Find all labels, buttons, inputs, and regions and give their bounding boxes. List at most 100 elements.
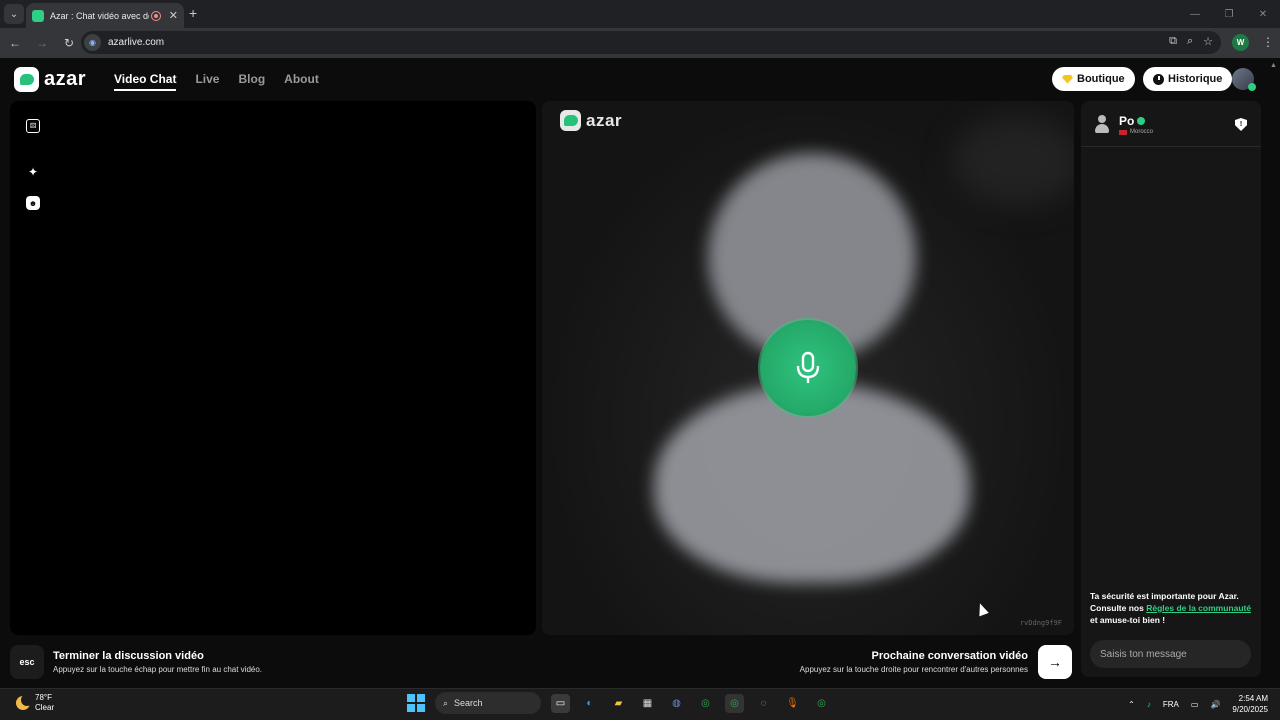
background-blur [952, 116, 1074, 206]
scrollbar-up-arrow-icon[interactable]: ▲ [1270, 62, 1277, 69]
tab-close-icon[interactable]: ✕ [169, 9, 178, 22]
volume-icon[interactable]: 🔊 [1210, 700, 1220, 709]
taskbar-clock[interactable]: 2:54 AM 9/20/2025 [1232, 693, 1268, 715]
call-controls: esc Terminer la discussion vidéo Appuyez… [0, 643, 1080, 683]
file-explorer-icon[interactable]: ▰ [609, 694, 628, 713]
boutique-button[interactable]: Boutique [1052, 67, 1135, 91]
microphone-app-icon[interactable]: 🎙 [783, 694, 802, 713]
network-icon[interactable]: ▭ [1191, 700, 1199, 709]
temperature: 78°F [35, 693, 52, 702]
message-input[interactable] [1090, 640, 1251, 668]
taskbar-apps: ⌕ Search ▭ ◐ ▰ ▦ ◍ ◎ ◎ ◌ 🎙 ◎ [407, 692, 831, 714]
historique-button[interactable]: Historique [1143, 67, 1233, 91]
peer-avatar-icon [1095, 115, 1109, 133]
microphone-icon [796, 351, 820, 383]
taskbar: 78°F Clear ⌕ Search ▭ ◐ ▰ ▦ ◍ ◎ ◎ ◌ 🎙 ◎ … [0, 688, 1280, 720]
date: 9/20/2025 [1232, 705, 1268, 714]
sparkle-effects-icon[interactable]: ✦ [26, 165, 40, 179]
forward-arrow-icon[interactable]: → [30, 31, 54, 55]
minimize-icon[interactable]: — [1178, 0, 1212, 28]
reload-icon[interactable]: ↻ [57, 31, 81, 55]
next-chat-subtitle: Appuyez sur la touche droite pour rencon… [799, 665, 1028, 674]
azar-logo-icon [14, 67, 39, 92]
azar-logo[interactable]: azar [14, 67, 86, 92]
browser-tab-azar[interactable]: Azar : Chat vidéo avec de n ✕ [26, 3, 184, 28]
discord-icon[interactable]: ◍ [667, 694, 686, 713]
bookmark-star-icon[interactable]: ☆ [1203, 35, 1213, 48]
dice-filter-icon[interactable]: ⚄ [26, 119, 40, 133]
tab-title: Azar : Chat vidéo avec de n [50, 10, 149, 21]
nav-blog[interactable]: Blog [238, 72, 265, 91]
weather-condition: Clear [35, 703, 55, 712]
back-arrow-icon[interactable]: ← [3, 31, 27, 55]
url-text[interactable]: azarlive.com [108, 37, 164, 48]
clock-icon [1153, 73, 1164, 85]
chrome-icon[interactable]: ◎ [696, 694, 715, 713]
edge-icon[interactable]: ◐ [580, 694, 599, 713]
maximize-icon[interactable]: ❐ [1212, 0, 1246, 28]
next-chat-title: Prochaine conversation vidéo [871, 650, 1029, 662]
self-video-panel: ⚄ ✦ ☻ [10, 101, 536, 635]
task-view-icon[interactable]: ▭ [551, 693, 570, 713]
mic-in-use-icon[interactable]: ♪ [1147, 700, 1151, 709]
safety-notice: Ta sécurité est importante pour Azar. Co… [1090, 590, 1254, 626]
peer-country-text: Morocco [1130, 129, 1154, 135]
browser-menu-icon[interactable]: ⋮ [1262, 35, 1274, 49]
weather-widget[interactable]: 78°F Clear [16, 693, 54, 713]
peer-name-text: Po [1119, 114, 1135, 128]
azar-favicon-icon [32, 9, 44, 22]
time: 2:54 AM [1238, 694, 1268, 703]
browser-toolbar: ← → ↻ ◉ azarlive.com ⧉ ⌕ ☆ [0, 28, 1280, 58]
tray-chevron-icon[interactable]: ⌃ [1128, 700, 1135, 709]
close-window-icon[interactable]: ✕ [1246, 0, 1280, 28]
language-indicator[interactable]: FRA [1163, 700, 1179, 709]
address-bar[interactable]: ◉ azarlive.com ⧉ ⌕ ☆ [81, 31, 1221, 54]
site-info-icon[interactable]: ◉ [84, 34, 101, 51]
store-icon[interactable]: ▦ [638, 694, 657, 713]
peer-video-watermark: azar [560, 110, 622, 131]
tab-search-chevron-icon[interactable]: ⌄ [4, 4, 24, 24]
azar-page: azar Video Chat Live Blog About Boutique… [0, 58, 1280, 688]
face-mask-icon[interactable]: ☻ [26, 196, 40, 210]
end-chat-title: Terminer la discussion vidéo [53, 650, 204, 662]
verified-badge-icon [1137, 117, 1146, 125]
search-label: Search [454, 698, 483, 708]
taskbar-search[interactable]: ⌕ Search [435, 692, 541, 714]
peer-country: Morocco [1119, 129, 1153, 135]
user-avatar[interactable] [1232, 68, 1256, 91]
zoom-icon[interactable]: ⌕ [1187, 35, 1193, 48]
nav-video-chat[interactable]: Video Chat [114, 72, 177, 91]
historique-label: Historique [1168, 73, 1223, 85]
profile-avatar[interactable]: W [1232, 34, 1249, 51]
watermark-text: azar [586, 110, 623, 130]
chat-panel: Po Morocco ! Ta sécurité est importante … [1081, 101, 1261, 677]
session-code: rvDdng9f9F [1019, 619, 1062, 627]
peer-video-panel: azar rvDdng9f9F [542, 101, 1074, 635]
recording-indicator-icon [150, 10, 161, 21]
next-chat-arrow-button[interactable]: → [1038, 645, 1072, 679]
safety-text-2: et amuse-toi bien ! [1090, 615, 1166, 625]
browser-tab-bar: ⌄ Azar : Chat vidéo avec de n ✕ + — ❐ ✕ [0, 0, 1280, 28]
main-nav: Video Chat Live Blog About [114, 72, 319, 91]
morocco-flag-icon [1119, 129, 1127, 135]
chrome-active-icon[interactable]: ◎ [725, 693, 744, 713]
search-icon: ⌕ [443, 697, 449, 708]
windows-start-icon[interactable] [407, 694, 425, 712]
chrome-profile-icon[interactable]: ◎ [812, 694, 831, 713]
moon-weather-icon [16, 694, 33, 710]
nav-about[interactable]: About [284, 72, 319, 91]
nav-live[interactable]: Live [195, 72, 219, 91]
window-controls: — ❐ ✕ [1178, 0, 1280, 28]
chat-header: Po Morocco ! [1081, 101, 1261, 147]
boutique-label: Boutique [1077, 73, 1125, 85]
community-rules-link[interactable]: Règles de la communauté [1146, 603, 1251, 613]
gem-icon [1062, 74, 1073, 84]
install-app-icon[interactable]: ⧉ [1169, 35, 1177, 48]
app-icon[interactable]: ◌ [754, 694, 773, 713]
end-chat-subtitle: Appuyez sur la touche échap pour mettre … [53, 665, 263, 674]
end-chat-button[interactable]: esc [10, 645, 44, 679]
azar-watermark-icon [560, 110, 581, 131]
report-shield-icon[interactable]: ! [1235, 118, 1247, 131]
system-tray: ⌃ ♪ FRA ▭ 🔊 2:54 AM 9/20/2025 [1128, 693, 1268, 715]
new-tab-plus-icon[interactable]: + [189, 5, 197, 21]
